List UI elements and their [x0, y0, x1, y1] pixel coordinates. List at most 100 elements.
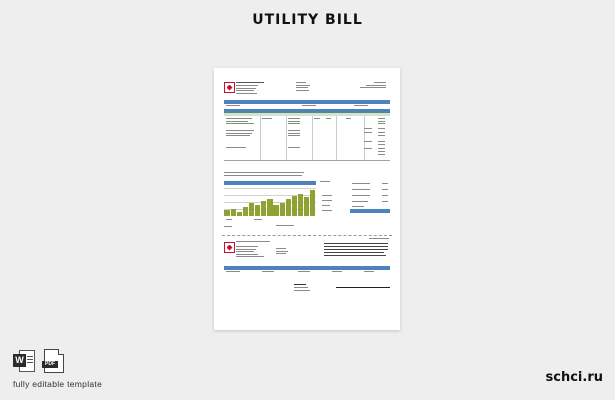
remit-instructions-line: [324, 246, 388, 247]
account-value-line: [354, 105, 368, 106]
remit-instructions-line: [324, 252, 384, 253]
table-row: [326, 118, 331, 119]
bill-info-line: [360, 87, 386, 88]
pdf-label: PDF: [42, 361, 58, 368]
tear-off-line: [222, 235, 392, 236]
legend-item: [322, 200, 332, 201]
remit-value-line: [298, 271, 310, 272]
signature-line: [276, 225, 294, 226]
summary-row: [382, 183, 388, 184]
table-row: [378, 120, 385, 122]
summary-row: [352, 183, 370, 184]
summary-row: [352, 201, 368, 202]
charges-table-subheader: [224, 113, 390, 116]
page-title: UTILITY BILL: [252, 12, 363, 28]
legend-header-line: [320, 181, 330, 182]
chart-bar: [291, 195, 298, 216]
table-row: [288, 132, 300, 134]
usage-chart-header: [224, 181, 316, 185]
summary-row: [352, 189, 370, 190]
remit-value-line: [262, 271, 274, 272]
remit-address-line: [236, 251, 254, 252]
remittance-bar: [224, 266, 390, 270]
mailing-address-line: [294, 287, 308, 288]
account-label-line: [296, 87, 308, 88]
chart-bar: [248, 203, 255, 216]
utility-bill-document: [214, 68, 400, 330]
remit-address-line: [236, 246, 258, 247]
chart-axis-label: [254, 219, 262, 220]
table-row: [288, 130, 300, 131]
remit-info-line: [276, 253, 286, 254]
summary-row: [352, 195, 370, 196]
summary-row: [382, 189, 388, 190]
table-row: [226, 123, 254, 124]
table-row: [262, 118, 272, 119]
remit-info-line: [276, 250, 288, 252]
usage-chart: [224, 188, 316, 216]
remit-value-line: [364, 271, 374, 272]
word-file-icon: W: [13, 349, 35, 373]
table-row: [378, 135, 385, 136]
table-row: [378, 128, 385, 129]
table-row: [378, 154, 385, 155]
chart-bar: [304, 197, 310, 216]
remit-instructions-line: [324, 249, 388, 250]
remit-instructions-line: [324, 255, 386, 256]
account-value-line: [226, 105, 240, 106]
table-row: [378, 123, 385, 124]
table-row: [364, 141, 372, 142]
legend-item: [322, 195, 332, 196]
account-header-bar: [224, 100, 390, 104]
company-address-line: [236, 87, 256, 89]
summary-row: [382, 201, 388, 202]
remit-address-line: [236, 248, 256, 250]
table-row: [288, 123, 300, 124]
table-row: [378, 148, 385, 149]
remit-instructions-line: [324, 243, 388, 244]
table-row: [314, 118, 320, 119]
remit-address-line: [236, 256, 264, 257]
table-row: [378, 151, 385, 152]
table-row: [226, 118, 252, 119]
chart-bar: [267, 199, 273, 216]
remittance-label: [369, 238, 389, 239]
chart-bar: [224, 210, 230, 216]
chart-axis-label: [226, 219, 232, 220]
legend-item: [322, 210, 332, 211]
company-name-line: [236, 82, 264, 83]
table-row: [364, 148, 372, 149]
chart-bar: [273, 204, 279, 216]
table-row: [378, 132, 385, 133]
table-row: [288, 147, 300, 148]
remit-value-line: [226, 271, 240, 272]
table-row: [378, 144, 385, 145]
account-label-line: [296, 89, 309, 91]
mailing-name-line: [294, 284, 306, 285]
table-row: [346, 118, 351, 119]
remit-info-line: [276, 248, 286, 249]
company-address-line: [236, 92, 257, 94]
table-row: [226, 130, 254, 131]
remit-value-line: [332, 271, 342, 272]
remit-address-line: [236, 253, 258, 255]
site-name: schci.ru: [545, 370, 603, 385]
account-value-line: [302, 105, 316, 106]
summary-row: [382, 195, 388, 196]
mailing-address-line: [294, 290, 310, 291]
template-note: fully editable template: [13, 379, 103, 389]
signature-line: [224, 226, 232, 227]
table-row: [226, 135, 250, 136]
company-logo: [224, 82, 235, 93]
bill-info-line: [366, 84, 386, 86]
pdf-file-icon: PDF: [42, 349, 64, 373]
company-address-line: [236, 85, 258, 86]
barcode-number: [336, 287, 390, 289]
legend-item: [322, 205, 330, 206]
chart-bar: [279, 203, 285, 216]
account-label-line: [296, 82, 306, 83]
table-row: [288, 118, 300, 119]
table-row: [364, 128, 372, 129]
note-line: [224, 175, 302, 176]
table-row: [226, 147, 246, 148]
